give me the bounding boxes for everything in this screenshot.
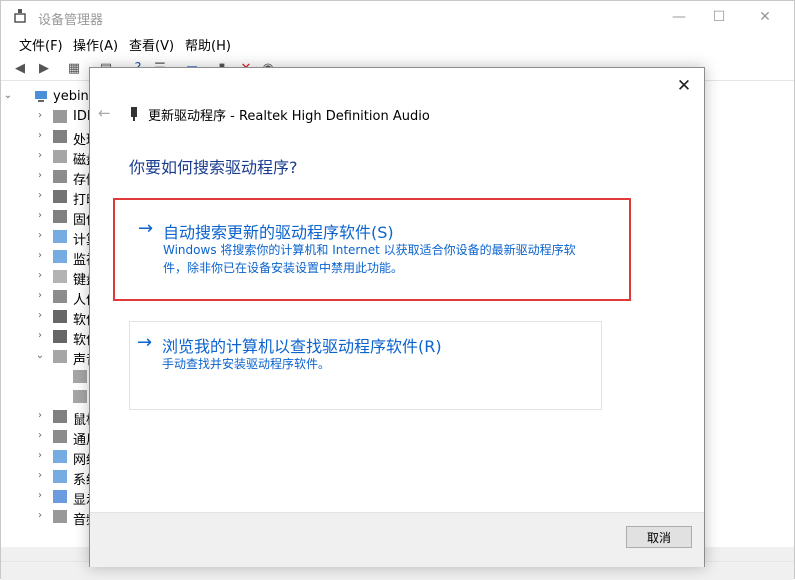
- device-category-icon: [73, 370, 87, 383]
- dialog-question: 你要如何搜索驱动程序?: [129, 158, 298, 177]
- computer-icon: [35, 91, 47, 102]
- tree-item[interactable]: [1, 387, 101, 407]
- expand-arrow-icon[interactable]: ›: [35, 190, 45, 201]
- expand-arrow-icon[interactable]: ›: [35, 110, 45, 121]
- device-category-icon: [53, 510, 67, 523]
- tree-item[interactable]: › 系统: [1, 467, 101, 488]
- expand-arrow-icon[interactable]: ›: [35, 210, 45, 221]
- browse-computer-title[interactable]: 浏览我的计算机以查找驱动程序软件(R): [162, 333, 442, 357]
- audio-device-icon: [131, 107, 137, 121]
- expand-arrow-icon[interactable]: ›: [35, 270, 45, 281]
- tree-item[interactable]: [1, 367, 101, 387]
- tree-item[interactable]: › 鼠标: [1, 407, 101, 428]
- expand-arrow-icon[interactable]: ›: [35, 290, 45, 301]
- update-driver-dialog: ✕ ← 更新驱动程序 - Realtek High Definition Aud…: [89, 67, 705, 567]
- device-category-icon: [73, 390, 87, 403]
- collapse-arrow-icon[interactable]: ⌄: [35, 350, 45, 361]
- auto-search-option[interactable]: → 自动搜索更新的驱动程序软件(S) Windows 将搜索你的计算机和 Int…: [113, 198, 631, 301]
- device-manager-app-icon: [14, 9, 26, 23]
- browse-computer-description: 手动查找并安装驱动程序软件。: [162, 357, 331, 371]
- device-category-icon: [53, 250, 67, 263]
- device-category-icon: [53, 490, 67, 503]
- expand-arrow-icon[interactable]: ›: [35, 310, 45, 321]
- expand-arrow-icon[interactable]: ›: [35, 230, 45, 241]
- expand-arrow-icon[interactable]: ›: [35, 410, 45, 421]
- expand-arrow-icon[interactable]: ›: [35, 130, 45, 141]
- tree-item[interactable]: › 计算: [1, 227, 101, 248]
- window-title: 设备管理器: [38, 13, 104, 28]
- device-category-icon: [53, 330, 67, 343]
- menu-bar: 文件(F) 操作(A) 查看(V) 帮助(H): [1, 32, 794, 54]
- expand-arrow-icon[interactable]: ›: [35, 170, 45, 181]
- back-icon[interactable]: ◀: [11, 59, 29, 77]
- device-category-icon: [53, 130, 67, 143]
- dialog-close-button[interactable]: ✕: [672, 74, 696, 98]
- tree-item[interactable]: › 固件: [1, 207, 101, 228]
- device-category-icon: [53, 190, 67, 203]
- tree-root[interactable]: ⌄ yebin: [1, 87, 101, 107]
- expand-arrow-icon[interactable]: ›: [35, 470, 45, 481]
- device-category-icon: [53, 170, 67, 183]
- device-category-icon: [53, 470, 67, 483]
- device-category-icon: [53, 410, 67, 423]
- tree-item[interactable]: › 磁盘: [1, 147, 101, 168]
- expand-arrow-icon[interactable]: ›: [35, 510, 45, 521]
- device-category-icon: [53, 450, 67, 463]
- tree-item[interactable]: › 软件: [1, 327, 101, 348]
- tree-item[interactable]: › 存储: [1, 167, 101, 188]
- forward-icon[interactable]: ▶: [35, 59, 53, 77]
- properties-icon[interactable]: ▦: [65, 59, 83, 77]
- tree-item[interactable]: › 网络: [1, 447, 101, 468]
- device-category-icon: [53, 230, 67, 243]
- tree-item[interactable]: › 人体: [1, 287, 101, 308]
- device-category-icon: [53, 270, 67, 283]
- dialog-title: 更新驱动程序 - Realtek High Definition Audio: [148, 109, 430, 124]
- tree-item[interactable]: › 监视: [1, 247, 101, 268]
- tree-item[interactable]: › 软件: [1, 307, 101, 328]
- tree-item[interactable]: › 打印: [1, 187, 101, 208]
- cancel-button[interactable]: 取消: [626, 526, 692, 548]
- menu-view[interactable]: 查看(V): [129, 35, 174, 54]
- arrow-right-icon: →: [137, 332, 153, 353]
- tree-item[interactable]: › 键盘: [1, 267, 101, 288]
- expand-arrow-icon[interactable]: ›: [35, 330, 45, 341]
- dialog-footer: 取消: [90, 512, 704, 567]
- tree-root-label: yebin: [53, 89, 89, 104]
- expand-arrow-icon[interactable]: ›: [35, 150, 45, 161]
- device-category-icon: [53, 290, 67, 303]
- tree-item[interactable]: › 显示: [1, 487, 101, 508]
- expand-arrow-icon[interactable]: ›: [35, 490, 45, 501]
- device-category-icon: [53, 430, 67, 443]
- menu-help[interactable]: 帮助(H): [185, 35, 231, 54]
- device-category-icon: [53, 350, 67, 363]
- menu-file[interactable]: 文件(F): [19, 35, 63, 54]
- auto-search-title[interactable]: 自动搜索更新的驱动程序软件(S): [163, 219, 394, 243]
- browse-computer-option[interactable]: → 浏览我的计算机以查找驱动程序软件(R) 手动查找并安装驱动程序软件。: [129, 321, 602, 410]
- tree-item[interactable]: › 处理: [1, 127, 101, 148]
- collapse-arrow-icon[interactable]: ⌄: [3, 90, 13, 101]
- tree-item[interactable]: › 通用: [1, 427, 101, 448]
- back-arrow-icon[interactable]: ←: [98, 104, 111, 122]
- expand-arrow-icon[interactable]: ›: [35, 250, 45, 261]
- auto-search-description: Windows 将搜索你的计算机和 Internet 以获取适合你设备的最新驱动…: [163, 243, 576, 275]
- tree-item[interactable]: ⌄ 声音: [1, 347, 101, 368]
- tree-item[interactable]: › IDE: [1, 107, 101, 127]
- expand-arrow-icon[interactable]: ›: [35, 450, 45, 461]
- menu-action[interactable]: 操作(A): [73, 35, 118, 54]
- expand-arrow-icon[interactable]: ›: [35, 430, 45, 441]
- device-category-icon: [53, 150, 67, 163]
- arrow-right-icon: →: [138, 218, 154, 239]
- maximize-button[interactable]: ☐: [696, 1, 742, 32]
- title-bar: 设备管理器 — ☐ ✕: [1, 1, 794, 32]
- tree-item[interactable]: › 音频: [1, 507, 101, 528]
- device-tree: ⌄ yebin › IDE › 处理 › 磁盘 › 存储 › 打印 › 固件 › 计算 › 监视 › 键盘 › 人体 ›…: [1, 83, 101, 563]
- device-category-icon: [53, 110, 67, 123]
- device-category-icon: [53, 210, 67, 223]
- device-category-icon: [53, 310, 67, 323]
- close-window-button[interactable]: ✕: [742, 1, 788, 32]
